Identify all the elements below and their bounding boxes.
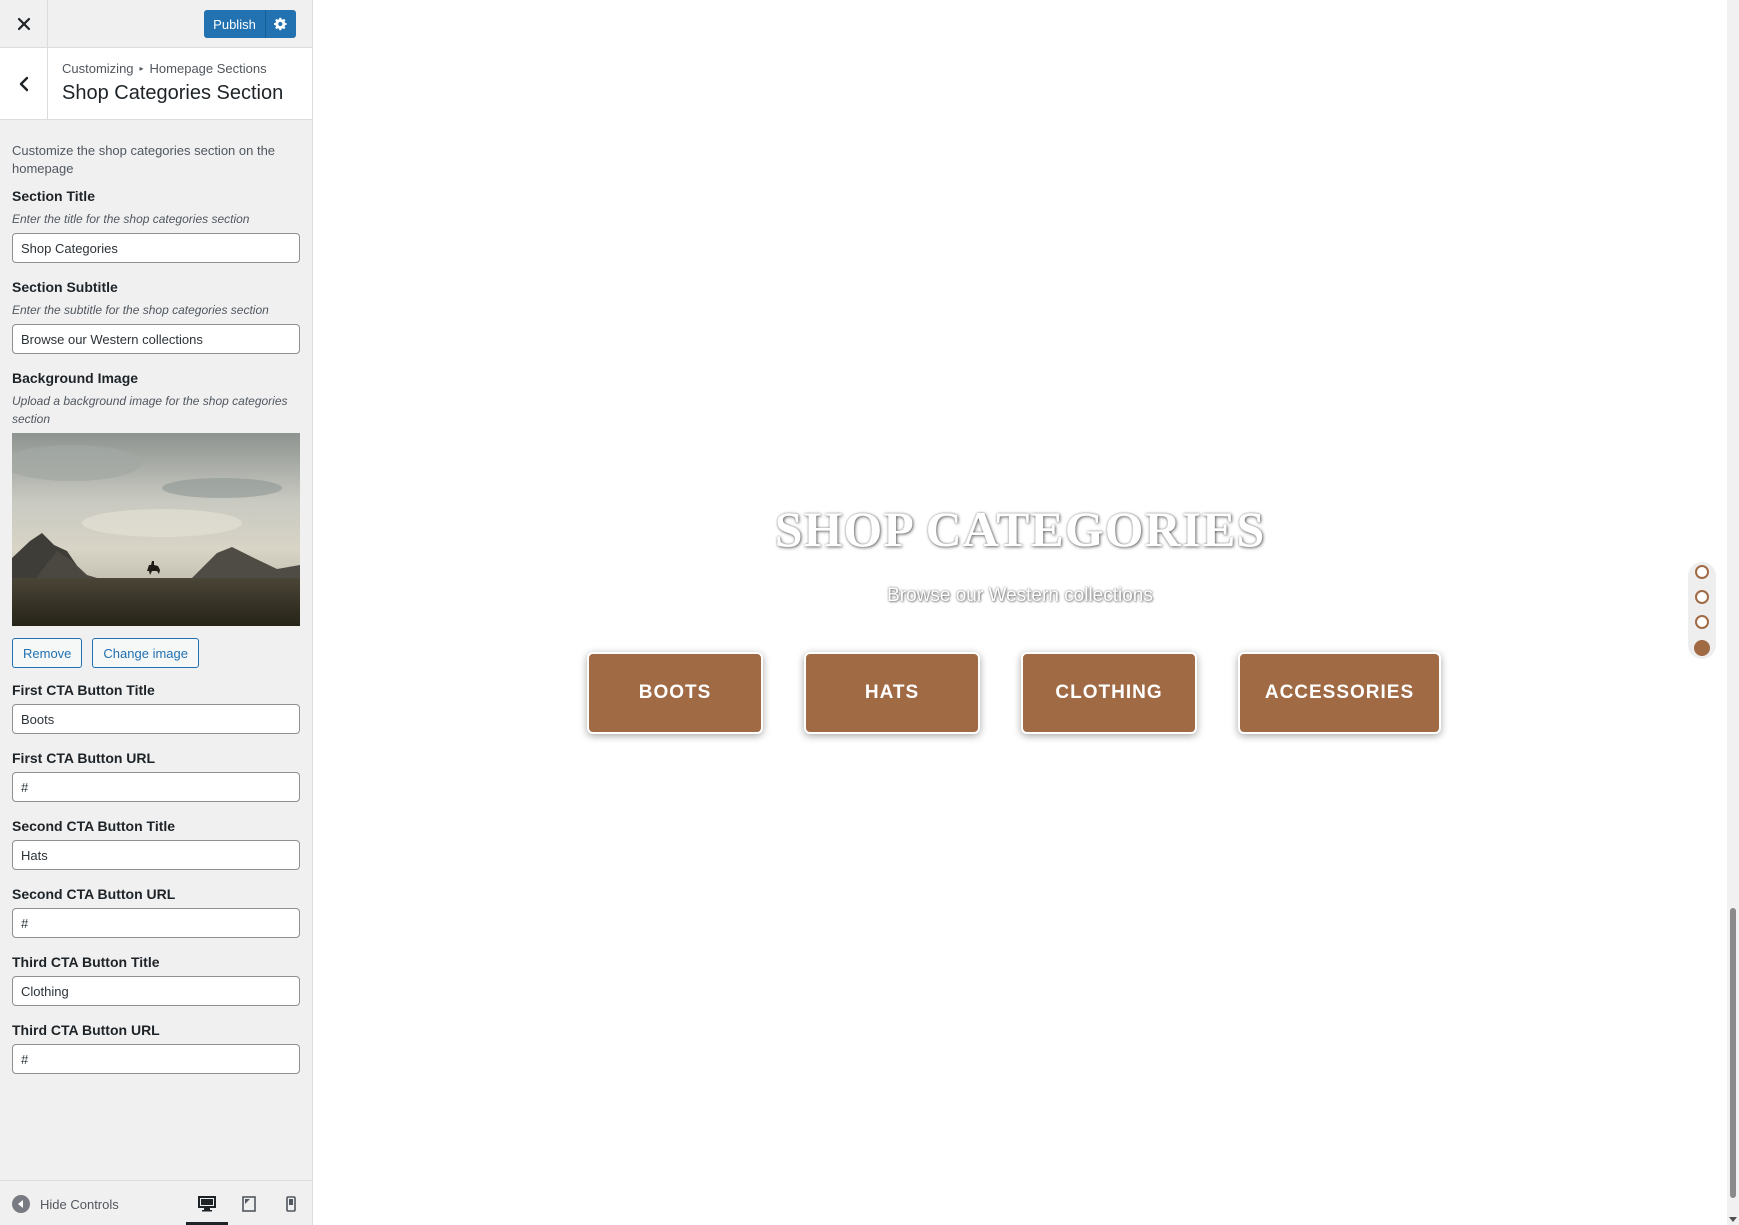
- remove-image-button[interactable]: Remove: [12, 638, 83, 668]
- publish-settings-button[interactable]: [266, 10, 296, 38]
- customizer-sidebar: Publish Customizing ▸ Homepage Sections …: [0, 0, 313, 1225]
- section-header: Customizing ▸ Homepage Sections Shop Cat…: [0, 48, 312, 120]
- background-image-picture: [12, 433, 300, 626]
- section-title-input[interactable]: [12, 233, 300, 263]
- boots-button[interactable]: BOOTS: [587, 652, 763, 734]
- publish-button[interactable]: Publish: [204, 10, 266, 38]
- back-button[interactable]: [0, 48, 48, 119]
- preview-section-subtitle: Browse our Western collections: [887, 585, 1153, 606]
- chevron-left-icon: [19, 76, 28, 91]
- mobile-icon: [286, 1195, 296, 1212]
- preview-section-title: SHOP CATEGORIES: [774, 501, 1266, 557]
- hide-controls-label: Hide Controls: [40, 1196, 119, 1212]
- tablet-icon: [242, 1195, 256, 1212]
- section-subtitle-input[interactable]: [12, 324, 300, 354]
- section-nav-dot[interactable]: [1695, 590, 1709, 604]
- desktop-icon: [198, 1195, 216, 1211]
- third-cta-title-input[interactable]: [12, 976, 300, 1006]
- first-cta-url-label: First CTA Button URL: [12, 750, 156, 766]
- publish-group: Publish: [204, 10, 296, 38]
- section-title-help: Enter the title for the shop categories …: [12, 212, 250, 226]
- customizer-footer: Hide Controls: [0, 1180, 312, 1225]
- background-image-label: Background Image: [12, 370, 139, 386]
- customizer-topbar: Publish: [0, 0, 312, 48]
- close-icon: [17, 17, 30, 30]
- breadcrumb-separator-icon: ▸: [139, 64, 144, 73]
- section-nav-dots: [1688, 562, 1716, 659]
- section-subtitle-help: Enter the subtitle for the shop categori…: [12, 303, 269, 317]
- first-cta-title-label: First CTA Button Title: [12, 682, 155, 698]
- accessories-button[interactable]: ACCESSORIES: [1238, 652, 1441, 734]
- scrollbar-thumb[interactable]: [1730, 908, 1736, 1198]
- site-preview: SHOP CATEGORIES Browse our Western colle…: [313, 0, 1739, 1225]
- hide-controls-button[interactable]: Hide Controls: [12, 1195, 119, 1213]
- first-cta-title-input[interactable]: [12, 704, 300, 734]
- category-buttons: BOOTS HATS CLOTHING ACCESSORIES: [587, 652, 1441, 734]
- section-nav-dot[interactable]: [1695, 565, 1709, 579]
- preview-scrollbar[interactable]: [1727, 0, 1739, 1225]
- breadcrumb-parent: Homepage Sections: [149, 61, 267, 76]
- mobile-preview-button[interactable]: [270, 1181, 312, 1225]
- change-image-button[interactable]: Change image: [92, 638, 199, 668]
- second-cta-title-label: Second CTA Button Title: [12, 818, 176, 834]
- section-nav-dot-active[interactable]: [1694, 640, 1710, 656]
- third-cta-title-label: Third CTA Button Title: [12, 954, 160, 970]
- second-cta-url-label: Second CTA Button URL: [12, 886, 176, 902]
- first-cta-url-input[interactable]: [12, 772, 300, 802]
- section-description: Customize the shop categories section on…: [12, 143, 276, 176]
- section-title-label: Section Title: [12, 188, 95, 204]
- hats-button[interactable]: HATS: [804, 652, 980, 734]
- close-button[interactable]: [0, 0, 48, 47]
- background-image-help: Upload a background image for the shop c…: [12, 394, 288, 426]
- collapse-arrow-icon: [12, 1195, 30, 1213]
- second-cta-url-input[interactable]: [12, 908, 300, 938]
- tablet-preview-button[interactable]: [228, 1181, 270, 1225]
- image-actions: Remove Change image: [12, 638, 300, 668]
- third-cta-url-label: Third CTA Button URL: [12, 1022, 160, 1038]
- device-switcher: [186, 1181, 312, 1225]
- breadcrumb-root: Customizing: [62, 61, 134, 76]
- section-nav-dot[interactable]: [1695, 615, 1709, 629]
- controls-panel: Customize the shop categories section on…: [12, 142, 300, 1090]
- gear-icon: [274, 17, 287, 31]
- desktop-preview-button[interactable]: [186, 1181, 228, 1225]
- section-title-heading: Shop Categories Section: [62, 82, 284, 104]
- third-cta-url-input[interactable]: [12, 1044, 300, 1074]
- breadcrumb: Customizing ▸ Homepage Sections: [62, 61, 267, 76]
- scroll-down-arrow-icon[interactable]: [1729, 1217, 1737, 1222]
- background-image-thumbnail[interactable]: [12, 433, 300, 626]
- clothing-button[interactable]: CLOTHING: [1021, 652, 1197, 734]
- second-cta-title-input[interactable]: [12, 840, 300, 870]
- section-subtitle-label: Section Subtitle: [12, 279, 118, 295]
